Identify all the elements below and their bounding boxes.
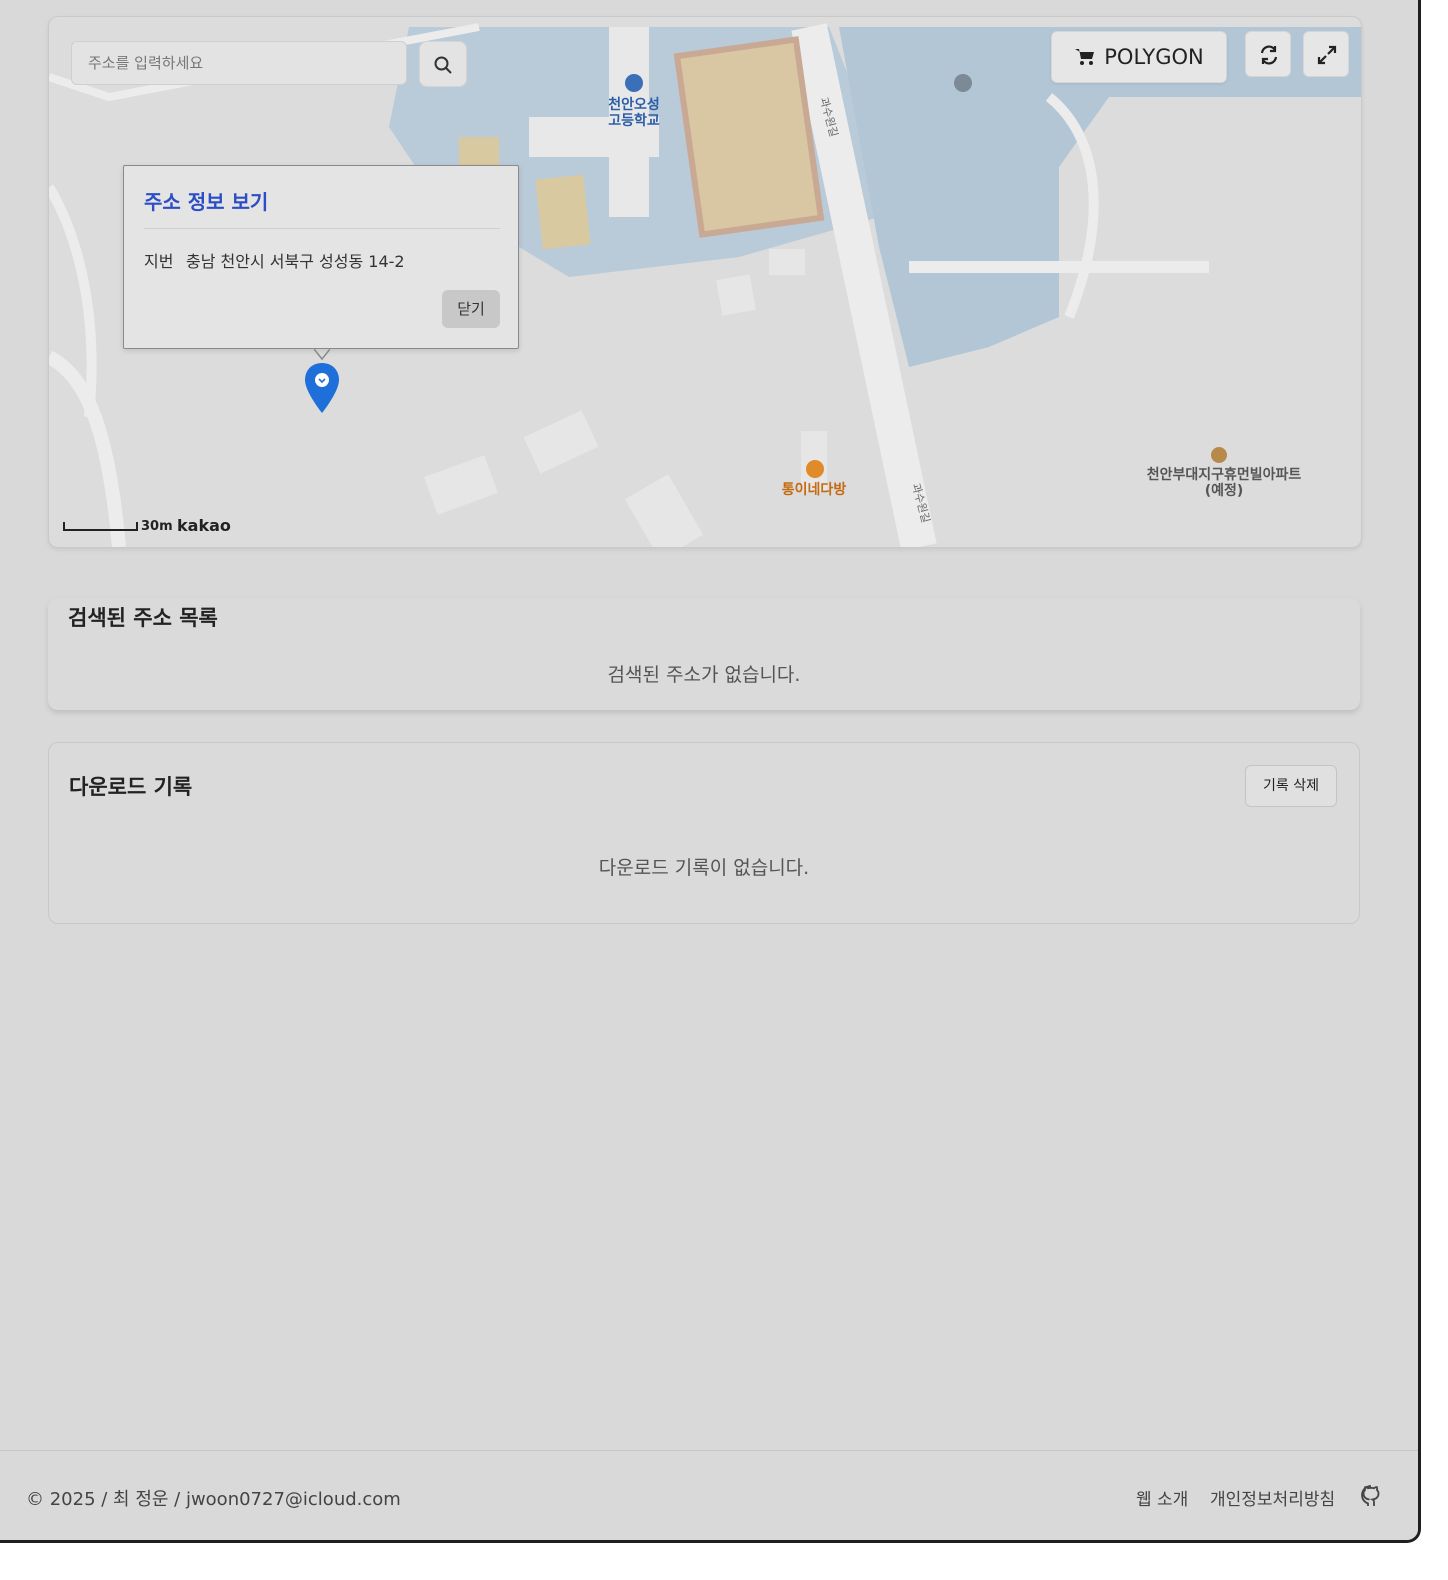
polygon-label: POLYGON xyxy=(1104,45,1204,69)
empty-history-message: 다운로드 기록이 없습니다. xyxy=(598,857,810,879)
poi-label-cafe: 통이네다방 xyxy=(781,482,847,498)
cart-icon xyxy=(1075,49,1095,65)
refresh-icon xyxy=(1260,45,1278,65)
search-icon xyxy=(434,56,452,74)
expand-icon xyxy=(1317,45,1337,65)
address-info-popup: 주소 정보 보기 지번 충남 천안시 서북구 성성동 14-2 닫기 xyxy=(123,165,519,349)
searched-address-list: 검색된 주소 목록 검색된 주소가 없습니다. xyxy=(48,598,1360,710)
fullscreen-button[interactable] xyxy=(1303,31,1349,77)
section-title: 다운로드 기록 xyxy=(69,775,193,799)
popup-close-button[interactable]: 닫기 xyxy=(442,290,500,328)
popup-title: 주소 정보 보기 xyxy=(144,190,269,214)
poi-label-apartment: 천안부대지구휴먼빌아파트 (예정) xyxy=(1146,467,1302,499)
scale-label: 30m xyxy=(141,519,173,534)
footer: © 2025 / 최 정운 / jwoon0727@icloud.com 웹 소… xyxy=(0,1450,1418,1540)
popup-pointer xyxy=(314,349,330,361)
scale-bar xyxy=(63,522,138,531)
lot-number-label: 지번 xyxy=(144,252,174,271)
app-window: 천안오성 고등학교 통이네다방 천안부대지구휴먼빌아파트 (예정) 과수원길 과… xyxy=(0,0,1421,1543)
clear-history-button[interactable]: 기록 삭제 xyxy=(1245,765,1337,807)
poi-label-school: 천안오성 고등학교 xyxy=(608,97,660,129)
refresh-button[interactable] xyxy=(1245,31,1291,77)
about-link[interactable]: 웹 소개 xyxy=(1136,1485,1188,1510)
download-history: 다운로드 기록 기록 삭제 다운로드 기록이 없습니다. xyxy=(48,742,1360,924)
section-title: 검색된 주소 목록 xyxy=(68,606,218,630)
popup-divider xyxy=(144,228,500,229)
github-icon[interactable] xyxy=(1360,1484,1382,1508)
lot-number-address: 충남 천안시 서북구 성성동 14-2 xyxy=(186,252,405,271)
map-view[interactable]: 천안오성 고등학교 통이네다방 천안부대지구휴먼빌아파트 (예정) 과수원길 과… xyxy=(48,16,1362,548)
address-search-input[interactable]: 주소를 입력하세요 xyxy=(71,41,407,85)
search-button[interactable] xyxy=(419,41,467,87)
map-marker-icon[interactable] xyxy=(302,361,342,419)
copyright-text: © 2025 / 최 정운 / jwoon0727@icloud.com xyxy=(26,1489,401,1510)
kakao-logo[interactable]: kakao xyxy=(177,516,231,535)
privacy-policy-link[interactable]: 개인정보처리방침 xyxy=(1210,1485,1335,1510)
empty-address-message: 검색된 주소가 없습니다. xyxy=(607,664,801,686)
polygon-button[interactable]: POLYGON xyxy=(1051,31,1227,83)
